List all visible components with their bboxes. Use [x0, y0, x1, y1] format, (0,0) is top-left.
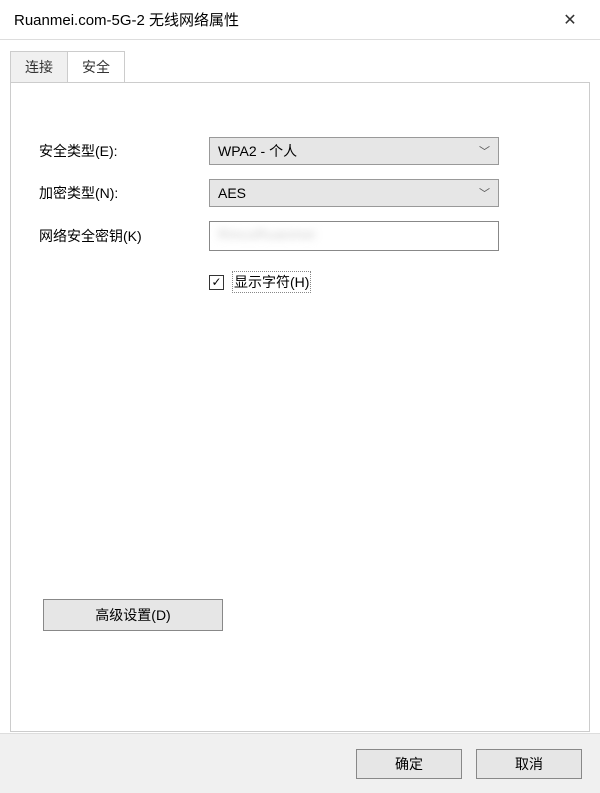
row-show-chars: ✓ 显示字符(H) [209, 271, 561, 293]
input-network-key-value: RincoRuanmei [218, 226, 316, 242]
check-icon: ✓ [211, 276, 221, 288]
input-network-key[interactable]: RincoRuanmei [209, 221, 499, 251]
tab-panel-security: 安全类型(E): WPA2 - 个人 ﹀ 加密类型(N): AES ﹀ 网络安全… [10, 82, 590, 732]
label-show-chars: 显示字符(H) [232, 271, 311, 293]
select-security-type[interactable]: WPA2 - 个人 ﹀ [209, 137, 499, 165]
label-encryption-type: 加密类型(N): [39, 183, 209, 203]
ok-button[interactable]: 确定 [356, 749, 462, 779]
label-network-key: 网络安全密钥(K) [39, 226, 209, 246]
checkbox-show-chars[interactable]: ✓ [209, 275, 224, 290]
row-security-type: 安全类型(E): WPA2 - 个人 ﹀ [39, 137, 561, 165]
titlebar: Ruanmei.com-5G-2 无线网络属性 ✕ [0, 0, 600, 40]
select-encryption-type[interactable]: AES ﹀ [209, 179, 499, 207]
row-encryption-type: 加密类型(N): AES ﹀ [39, 179, 561, 207]
select-security-type-value: WPA2 - 个人 [218, 141, 297, 161]
window-title: Ruanmei.com-5G-2 无线网络属性 [14, 9, 550, 30]
chevron-down-icon: ﹀ [479, 143, 490, 159]
cancel-button[interactable]: 取消 [476, 749, 582, 779]
advanced-settings-button[interactable]: 高级设置(D) [43, 599, 223, 631]
chevron-down-icon: ﹀ [479, 185, 490, 201]
advanced-settings-label: 高级设置(D) [95, 605, 170, 625]
row-network-key: 网络安全密钥(K) RincoRuanmei [39, 221, 561, 251]
cancel-label: 取消 [515, 754, 543, 774]
close-button[interactable]: ✕ [550, 5, 590, 35]
ok-label: 确定 [395, 754, 423, 774]
select-encryption-type-value: AES [218, 185, 246, 201]
label-security-type: 安全类型(E): [39, 141, 209, 161]
tab-strip: 连接 安全 [10, 51, 590, 83]
dialog-body: 连接 安全 安全类型(E): WPA2 - 个人 ﹀ 加密类型(N): AES … [0, 40, 600, 732]
tab-security[interactable]: 安全 [67, 51, 125, 83]
tab-connection[interactable]: 连接 [10, 51, 68, 83]
dialog-footer: 确定 取消 [0, 733, 600, 793]
close-icon: ✕ [563, 10, 576, 30]
